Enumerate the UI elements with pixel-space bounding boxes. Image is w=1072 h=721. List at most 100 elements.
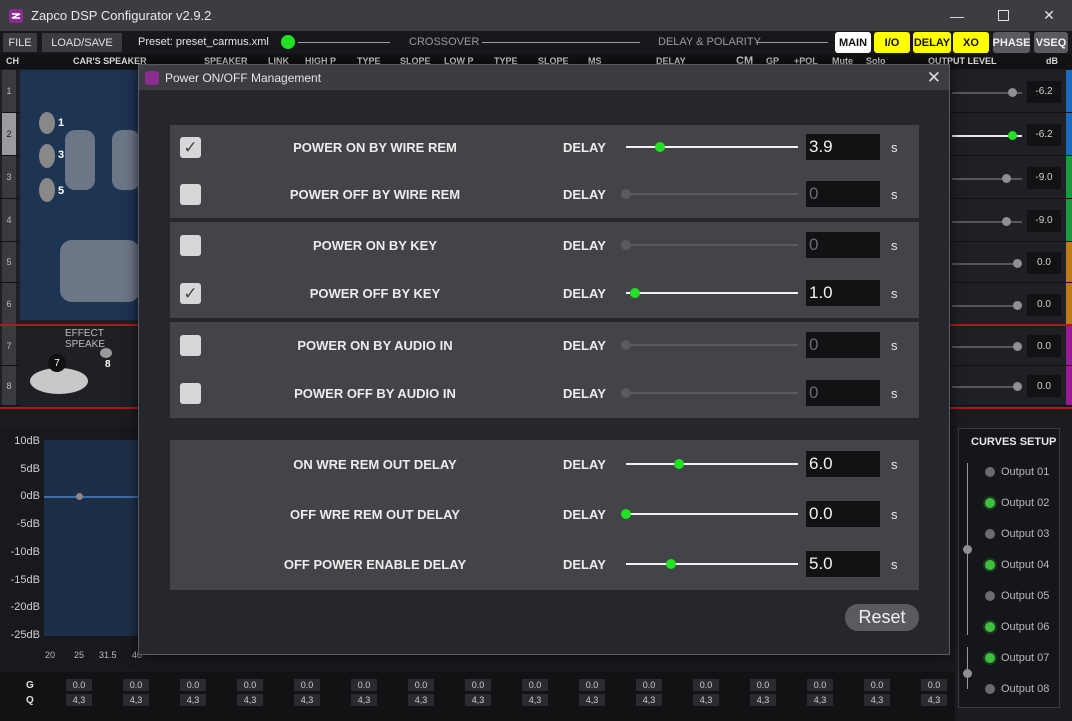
delay-slider-knob[interactable] [621, 388, 631, 398]
delay-slider-knob[interactable] [621, 340, 631, 350]
curve-output-toggle[interactable]: Output 08 [985, 683, 1049, 695]
output-level-value[interactable]: -9.0 [1027, 209, 1061, 232]
channel-number[interactable]: 4 [2, 199, 16, 241]
speaker-1-icon[interactable] [39, 112, 55, 134]
q-field[interactable]: 4,3 [921, 694, 947, 706]
delay-value-field[interactable]: 0 [806, 181, 880, 207]
delay-value-field[interactable]: 3.9 [806, 134, 880, 160]
output-level-knob[interactable] [1001, 216, 1011, 226]
output-level-value[interactable]: 0.0 [1027, 251, 1061, 274]
delay-slider-knob[interactable] [674, 459, 685, 469]
speaker-3-icon[interactable] [39, 144, 55, 168]
delay-value-field[interactable]: 0 [806, 332, 880, 358]
output-level-value[interactable]: 0.0 [1027, 375, 1061, 397]
output-level-knob[interactable] [1013, 300, 1023, 310]
curve-output-toggle[interactable]: Output 04 [985, 559, 1049, 571]
delay-slider-track[interactable] [626, 292, 798, 294]
delay-slider-track[interactable] [626, 513, 798, 515]
gain-field[interactable]: 0.0 [180, 679, 206, 691]
curves-group-knob[interactable] [963, 545, 972, 554]
q-field[interactable]: 4,3 [750, 694, 776, 706]
load-save-button[interactable]: LOAD/SAVE [42, 33, 122, 52]
curve-output-toggle[interactable]: Output 01 [985, 466, 1049, 478]
gain-field[interactable]: 0.0 [294, 679, 320, 691]
delay-value-field[interactable]: 6.0 [806, 451, 880, 477]
channel-number[interactable]: 3 [2, 156, 16, 198]
delay-slider-knob[interactable] [655, 142, 666, 152]
gain-field[interactable]: 0.0 [237, 679, 263, 691]
nav-io-button[interactable]: I/O [874, 32, 910, 53]
delay-slider-knob[interactable] [621, 509, 631, 519]
curve-output-toggle[interactable]: Output 05 [985, 590, 1049, 602]
gain-field[interactable]: 0.0 [522, 679, 548, 691]
gain-field[interactable]: 0.0 [123, 679, 149, 691]
gain-field[interactable]: 0.0 [465, 679, 491, 691]
dialog-close-icon[interactable]: ✕ [927, 68, 941, 88]
q-field[interactable]: 4,3 [522, 694, 548, 706]
maximize-icon[interactable] [980, 0, 1026, 31]
q-field[interactable]: 4,3 [294, 694, 320, 706]
q-field[interactable]: 4,3 [123, 694, 149, 706]
option-checkbox[interactable] [180, 335, 201, 356]
delay-value-field[interactable]: 0 [806, 380, 880, 406]
output-level-knob[interactable] [1013, 258, 1023, 268]
delay-value-field[interactable]: 0 [806, 232, 880, 258]
speaker-5-icon[interactable] [39, 178, 55, 202]
gain-field[interactable]: 0.0 [693, 679, 719, 691]
output-level-value[interactable]: 0.0 [1027, 293, 1061, 316]
output-level-value[interactable]: -9.0 [1027, 166, 1061, 189]
delay-value-field[interactable]: 5.0 [806, 551, 880, 577]
output-level-slider[interactable] [952, 220, 1022, 223]
nav-delay-button[interactable]: DELAY [913, 32, 951, 53]
delay-slider-track[interactable] [626, 392, 798, 394]
q-field[interactable]: 4,3 [636, 694, 662, 706]
minimize-icon[interactable]: — [934, 0, 980, 31]
option-checkbox[interactable]: ✓ [180, 283, 201, 304]
output-level-slider[interactable] [952, 346, 1022, 348]
q-field[interactable]: 4,3 [693, 694, 719, 706]
nav-phase-button[interactable]: PHASE [993, 32, 1030, 53]
q-field[interactable]: 4,3 [351, 694, 377, 706]
curve-output-toggle[interactable]: Output 07 [985, 652, 1049, 664]
output-level-value[interactable]: -6.2 [1027, 80, 1061, 103]
curve-output-toggle[interactable]: Output 06 [985, 621, 1049, 633]
output-level-slider[interactable] [952, 386, 1022, 388]
gain-field[interactable]: 0.0 [66, 679, 92, 691]
output-level-knob[interactable] [1013, 342, 1023, 351]
gain-field[interactable]: 0.0 [408, 679, 434, 691]
output-level-slider[interactable] [952, 304, 1022, 307]
delay-slider-knob[interactable] [621, 240, 631, 250]
delay-slider-track[interactable] [626, 244, 798, 246]
curve-output-toggle[interactable]: Output 02 [985, 497, 1049, 509]
output-level-knob[interactable] [1007, 87, 1017, 97]
delay-slider-knob[interactable] [621, 189, 631, 199]
subwoofer-icon[interactable] [30, 368, 88, 394]
nav-vseq-button[interactable]: VSEQ [1034, 32, 1068, 53]
option-checkbox[interactable]: ✓ [180, 137, 201, 158]
delay-slider-knob[interactable] [629, 288, 640, 298]
q-field[interactable]: 4,3 [180, 694, 206, 706]
output-level-knob[interactable] [1001, 173, 1011, 183]
delay-slider-track[interactable] [626, 344, 798, 346]
q-field[interactable]: 4,3 [807, 694, 833, 706]
delay-slider-knob[interactable] [665, 559, 676, 569]
output-level-slider[interactable] [952, 177, 1022, 180]
delay-slider-track[interactable] [626, 563, 798, 565]
gain-field[interactable]: 0.0 [351, 679, 377, 691]
speaker-8-icon[interactable] [100, 348, 112, 358]
q-field[interactable]: 4,3 [579, 694, 605, 706]
curves-group-knob[interactable] [963, 669, 972, 678]
output-level-slider[interactable] [952, 262, 1022, 265]
delay-slider-track[interactable] [626, 146, 798, 148]
gain-field[interactable]: 0.0 [579, 679, 605, 691]
gain-field[interactable]: 0.0 [636, 679, 662, 691]
gain-field[interactable]: 0.0 [807, 679, 833, 691]
channel-number[interactable]: 7 [2, 326, 16, 365]
q-field[interactable]: 4,3 [237, 694, 263, 706]
channel-number[interactable]: 2 [2, 113, 16, 155]
output-level-value[interactable]: 0.0 [1027, 335, 1061, 357]
delay-value-field[interactable]: 0.0 [806, 501, 880, 527]
q-field[interactable]: 4,3 [66, 694, 92, 706]
output-level-knob[interactable] [1013, 382, 1023, 391]
close-icon[interactable]: ✕ [1026, 0, 1072, 31]
